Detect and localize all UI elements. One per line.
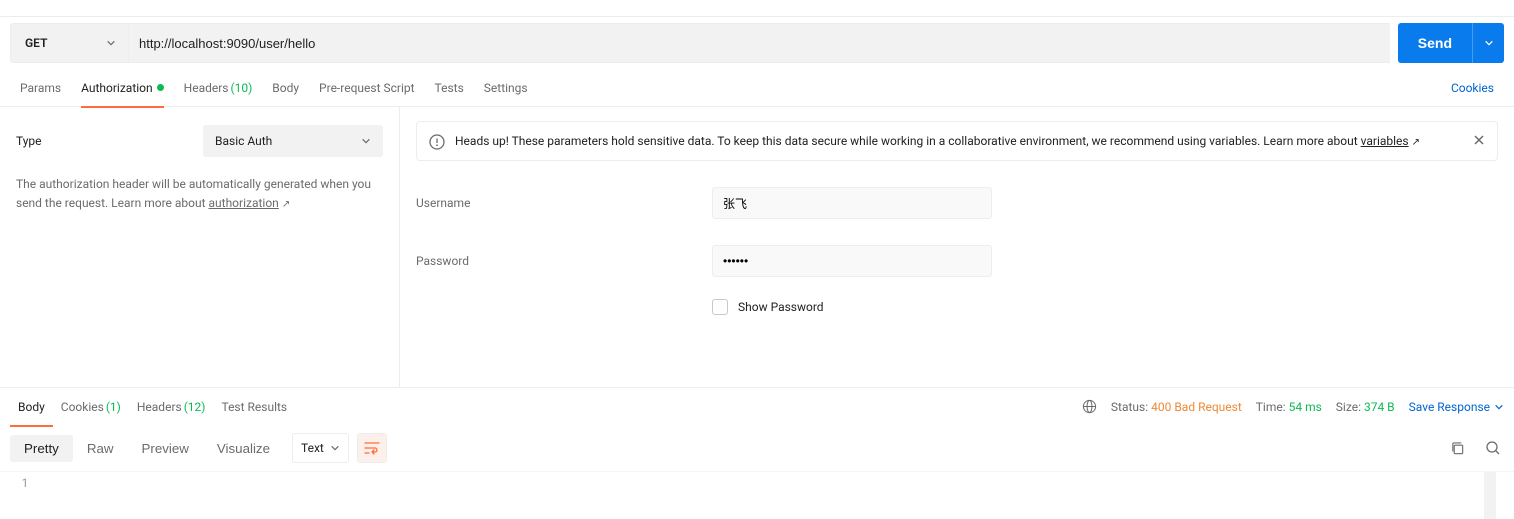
chevron-down-icon	[1494, 402, 1504, 412]
save-response-button[interactable]: Save Response	[1409, 400, 1504, 414]
tab-tests[interactable]: Tests	[425, 69, 474, 107]
view-preview-button[interactable]: Preview	[127, 435, 202, 462]
tab-settings[interactable]: Settings	[474, 69, 538, 107]
auth-type-value: Basic Auth	[215, 134, 272, 148]
format-select[interactable]: Text	[292, 433, 349, 463]
view-visualize-button[interactable]: Visualize	[203, 435, 284, 462]
authorization-help-link[interactable]: authorization↗	[209, 196, 291, 210]
tab-response-headers[interactable]: Headers (12)	[129, 388, 214, 426]
variables-help-link[interactable]: variables↗	[1361, 134, 1420, 148]
search-icon[interactable]	[1482, 437, 1504, 459]
tab-response-cookies[interactable]: Cookies (1)	[53, 388, 129, 426]
scrollbar[interactable]	[1484, 472, 1496, 519]
chevron-down-icon	[1484, 38, 1494, 48]
tab-response-body[interactable]: Body	[10, 388, 53, 426]
chevron-down-icon	[106, 38, 116, 48]
close-icon[interactable]	[1473, 134, 1485, 146]
view-mode-segment: Pretty Raw Preview Visualize	[10, 435, 284, 462]
globe-icon[interactable]	[1082, 399, 1097, 414]
changed-indicator-icon	[157, 84, 164, 91]
tab-prerequest[interactable]: Pre-request Script	[309, 69, 424, 107]
size-text: Size: 374 B	[1336, 400, 1395, 414]
wrap-icon	[364, 441, 380, 455]
time-text: Time: 54 ms	[1256, 400, 1322, 414]
sensitive-data-alert: Heads up! These parameters hold sensitiv…	[416, 121, 1498, 161]
response-view-row: Pretty Raw Preview Visualize Text	[0, 425, 1514, 471]
username-label: Username	[416, 196, 712, 210]
response-tabs: Body Cookies (1) Headers (12) Test Resul…	[0, 387, 1514, 425]
response-editor[interactable]: 1	[0, 471, 1514, 519]
tab-params[interactable]: Params	[10, 69, 71, 107]
cookies-link[interactable]: Cookies	[1441, 81, 1504, 95]
request-url-bar: GET Send	[0, 17, 1514, 69]
tab-body[interactable]: Body	[262, 69, 309, 107]
alert-icon	[429, 134, 445, 150]
method-label: GET	[25, 36, 47, 50]
tab-response-test-results[interactable]: Test Results	[213, 388, 295, 426]
auth-left-pane: Type Basic Auth The authorization header…	[0, 107, 400, 387]
request-tabs: Params Authorization Headers (10) Body P…	[0, 69, 1514, 107]
status-text: Status: 400 Bad Request	[1111, 400, 1242, 414]
chevron-down-icon	[361, 136, 371, 146]
auth-right-pane: Heads up! These parameters hold sensitiv…	[400, 107, 1514, 387]
tab-headers[interactable]: Headers (10)	[174, 69, 263, 107]
url-input[interactable]	[128, 23, 1390, 63]
username-input[interactable]	[712, 187, 992, 219]
send-button[interactable]: Send	[1398, 23, 1472, 63]
show-password-checkbox[interactable]	[712, 299, 728, 315]
auth-type-select[interactable]: Basic Auth	[203, 125, 383, 157]
auth-help-text: The authorization header will be automat…	[16, 175, 383, 212]
tab-authorization[interactable]: Authorization	[71, 69, 174, 107]
send-dropdown-button[interactable]	[1472, 23, 1504, 63]
password-input[interactable]	[712, 245, 992, 277]
external-link-icon: ↗	[1412, 137, 1420, 148]
chevron-down-icon	[330, 443, 340, 453]
external-link-icon: ↗	[282, 197, 290, 213]
method-select[interactable]: GET	[10, 23, 128, 63]
show-password-label: Show Password	[738, 300, 824, 314]
view-pretty-button[interactable]: Pretty	[10, 435, 73, 462]
line-number: 1	[0, 476, 50, 490]
password-label: Password	[416, 254, 712, 268]
view-raw-button[interactable]: Raw	[73, 435, 128, 462]
copy-icon[interactable]	[1446, 437, 1468, 459]
wrap-lines-button[interactable]	[357, 433, 387, 463]
auth-type-label: Type	[16, 134, 42, 148]
format-value: Text	[301, 441, 324, 455]
